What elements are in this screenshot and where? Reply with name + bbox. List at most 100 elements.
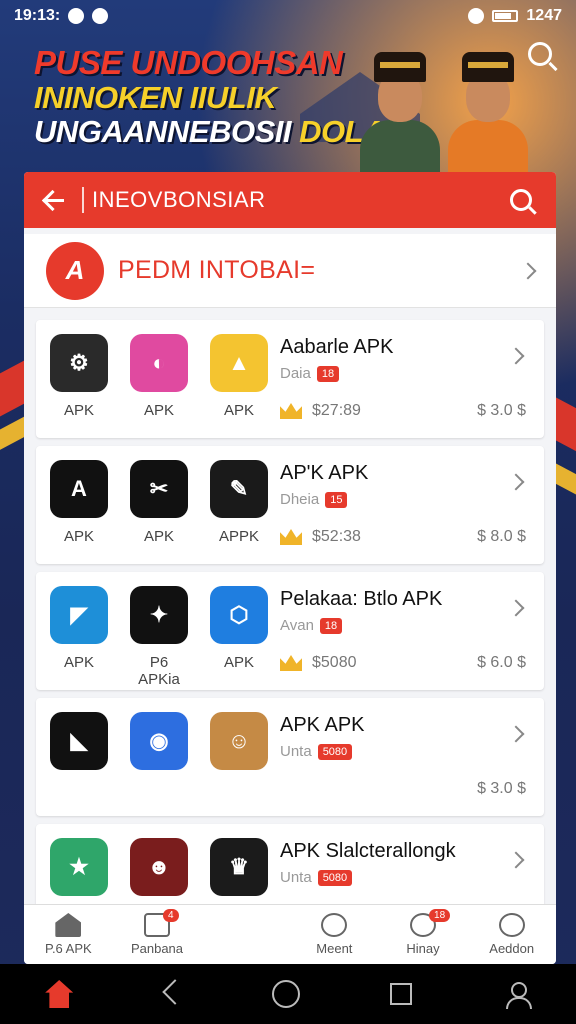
tab-item[interactable]: 4 Panbana <box>113 905 202 964</box>
app-tile-icon: ▲ <box>210 334 268 392</box>
app-icon-cell[interactable]: ☺ <box>210 712 268 780</box>
user-icon[interactable] <box>503 980 532 1009</box>
age-badge: 5080 <box>317 743 353 760</box>
app-icon-cell[interactable]: ✎ APPK <box>210 460 268 545</box>
app-icon-caption: APK <box>223 402 254 419</box>
app-subtitle-row: Unta 5080 <box>280 743 544 760</box>
app-icon-cell[interactable]: ♛ <box>210 838 268 906</box>
promo-banner[interactable]: PUSE UNDOOHSAN ININOKEN IIULIK UNGAANNEB… <box>0 32 576 177</box>
chevron-right-icon <box>519 262 537 279</box>
app-tile-icon: ⬡ <box>210 586 268 644</box>
tab-label: Meent <box>316 941 353 956</box>
app-tile-icon: ◤ <box>50 586 108 644</box>
app-price: $ 6.0 $ <box>477 654 526 671</box>
recents-icon[interactable] <box>390 983 413 1005</box>
app-price: $ 8.0 $ <box>477 528 526 545</box>
age-badge: 18 <box>319 617 343 634</box>
app-name: APK APK <box>280 714 365 736</box>
app-rating: $5080 <box>312 654 357 671</box>
app-icon-cell[interactable]: ◐ APK <box>130 334 188 419</box>
tab-item[interactable] <box>201 905 290 964</box>
app-subtitle: Unta <box>280 869 312 886</box>
app-icons-row: A APK ✂ APK ✎ APPK <box>50 460 268 545</box>
app-icon-cell[interactable]: ◤ APK <box>50 586 108 688</box>
tab-badge: 4 <box>163 909 179 922</box>
app-info: AP'K APK Dheia 15 $52:38 $ 8.0 $ <box>280 460 544 564</box>
search-icon[interactable] <box>528 42 552 66</box>
back-arrow-icon[interactable] <box>40 186 68 214</box>
crown-icon <box>280 403 302 419</box>
home-icon[interactable] <box>45 980 74 1008</box>
promo-row[interactable]: A PEDM INTOBAI= <box>24 234 556 308</box>
app-icon-cell[interactable]: ◣ <box>50 712 108 780</box>
banner-headline-3: UNGAANNEBOSII DOLA! <box>34 114 395 150</box>
tab-item[interactable]: P.6 APK <box>24 905 113 964</box>
app-info: Pelakaa: Btlo APK Avan 18 $5080 $ 6.0 $ <box>280 586 544 690</box>
app-icon-cell[interactable]: ⚙ APK <box>50 334 108 419</box>
round-icon <box>321 913 348 937</box>
app-info: Aabarle APK Daia 18 $27:89 $ 3.0 $ <box>280 334 544 438</box>
battery-icon <box>492 10 519 22</box>
app-subtitle-row: Avan 18 <box>280 617 544 634</box>
status-battery-text: 1247 <box>526 7 562 24</box>
user-icon <box>498 913 525 937</box>
app-tile-icon: ◐ <box>130 334 188 392</box>
banner-headline-2: ININOKEN IIULIK <box>34 80 277 115</box>
app-icons-row: ⚙ APK ◐ APK ▲ APK <box>50 334 268 419</box>
app-subtitle: Daia <box>280 365 311 382</box>
tab-label: P.6 APK <box>44 941 92 956</box>
app-icon-caption: APPK <box>218 528 260 545</box>
app-subtitle-row: Daia 18 <box>280 365 544 382</box>
app-icon-cell[interactable]: ★ <box>50 838 108 906</box>
app-tile-icon: ⚙ <box>50 334 108 392</box>
promo-title: PEDM INTOBAI= <box>118 256 316 284</box>
app-icon-cell[interactable]: ⬡ APK <box>210 586 268 688</box>
back-icon[interactable] <box>164 982 182 1006</box>
heart-icon <box>68 8 85 24</box>
app-icon-caption: APK <box>223 654 254 671</box>
tab-item[interactable]: 18 Hinay <box>379 905 468 964</box>
tab-label: Panbana <box>130 941 184 956</box>
app-card[interactable]: A APK ✂ APK ✎ APPK AP'K APK Dheia 15 $52… <box>36 446 544 564</box>
tab-item[interactable]: Aeddon <box>467 905 556 964</box>
app-meta-row: $ 3.0 $ <box>280 780 526 798</box>
app-tile-icon: ✦ <box>130 586 188 644</box>
crown-icon <box>280 655 302 671</box>
app-name: APK Slalcterallongk <box>280 840 456 862</box>
app-name: AP'K APK <box>280 462 369 484</box>
app-price: $ 3.0 $ <box>477 402 526 419</box>
app-icon-caption: APK <box>143 402 174 419</box>
app-icons-row: ◤ APK ✦ P6 APKia ⬡ APK <box>50 586 268 688</box>
app-icon-cell[interactable]: ✂ APK <box>130 460 188 545</box>
app-meta-row: $5080 $ 6.0 $ <box>280 654 526 672</box>
app-name: Pelakaa: Btlo APK <box>280 588 443 610</box>
tab-label: Hinay <box>406 941 440 956</box>
age-badge: 5080 <box>317 869 353 886</box>
app-subtitle: Avan <box>280 617 314 634</box>
person-illustration <box>360 52 440 177</box>
app-icons-row: ◣ ◉ ☺ <box>50 712 268 780</box>
app-meta-row: $52:38 $ 8.0 $ <box>280 528 526 546</box>
tab-item[interactable]: Meent <box>290 905 379 964</box>
app-list: ⚙ APK ◐ APK ▲ APK Aabarle APK Daia 18 $2… <box>24 308 556 964</box>
app-subtitle: Dheia <box>280 491 320 508</box>
status-time: 19:13: <box>14 7 61 24</box>
app-tile-icon: ☻ <box>130 838 188 896</box>
tab-badge: 18 <box>429 909 451 922</box>
app-card[interactable]: ◤ APK ✦ P6 APKia ⬡ APK Pelakaa: Btlo APK… <box>36 572 544 690</box>
app-card[interactable]: ⚙ APK ◐ APK ▲ APK Aabarle APK Daia 18 $2… <box>36 320 544 438</box>
app-info: APK APK Unta 5080 $ 3.0 $ <box>280 712 544 816</box>
age-badge: 18 <box>316 365 340 382</box>
app-icon-cell[interactable]: ▲ APK <box>210 334 268 419</box>
notification-icon <box>92 8 109 24</box>
home-icon <box>55 913 82 937</box>
app-card[interactable]: ◣ ◉ ☺ APK APK Unta 5080 $ 3.0 $ <box>36 698 544 816</box>
app-icon-cell[interactable]: ☻ <box>130 838 188 906</box>
banner-headline-1: PUSE UNDOOHSAN <box>34 44 343 81</box>
circle-home-icon[interactable] <box>271 980 300 1008</box>
app-tile-icon: ☺ <box>210 712 268 770</box>
search-icon[interactable] <box>510 189 532 211</box>
app-icon-cell[interactable]: ◉ <box>130 712 188 780</box>
app-icon-cell[interactable]: ✦ P6 APKia <box>130 586 188 688</box>
app-icon-cell[interactable]: A APK <box>50 460 108 545</box>
